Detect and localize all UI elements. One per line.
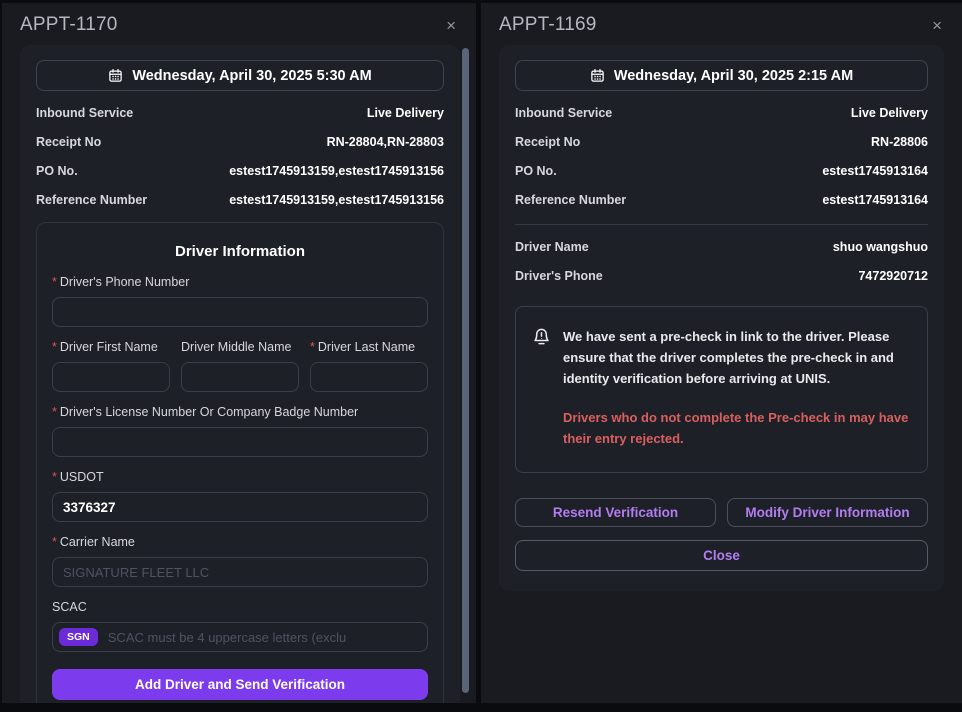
- phone-label-text: Driver's Phone Number: [60, 275, 190, 289]
- last-name-input[interactable]: [310, 362, 428, 392]
- row-value: Live Delivery: [367, 106, 444, 120]
- form-title: Driver Information: [52, 243, 428, 260]
- first-name-field: *Driver First Name: [52, 327, 170, 392]
- info-row-reference-number: Reference Number estest1745913164: [515, 193, 928, 207]
- required-marker: *: [52, 535, 57, 549]
- driver-information-form: Driver Information *Driver's Phone Numbe…: [36, 222, 444, 703]
- info-row-po-no: PO No. estest1745913164: [515, 164, 928, 178]
- dialog-scroll-area: Wednesday, April 30, 2025 2:15 AM Inboun…: [481, 45, 962, 703]
- row-label: Reference Number: [515, 193, 626, 207]
- row-value: estest1745913164: [822, 193, 928, 207]
- dialog-title: APPT-1170: [20, 14, 118, 36]
- carrier-input[interactable]: [52, 557, 428, 587]
- first-name-label-text: Driver First Name: [60, 340, 158, 354]
- usdot-input[interactable]: [52, 492, 428, 522]
- row-value: estest1745913164: [822, 164, 928, 178]
- middle-name-label-text: Driver Middle Name: [181, 340, 291, 354]
- datetime-text: Wednesday, April 30, 2025 5:30 AM: [132, 68, 371, 84]
- dialogs-stage: APPT-1170 ×: [0, 0, 962, 703]
- scac-label-text: SCAC: [52, 600, 87, 614]
- dialog-header: APPT-1169 ×: [481, 3, 962, 45]
- name-fields-row: *Driver First Name Driver Middle Name: [52, 327, 428, 392]
- row-label: Driver's Phone: [515, 269, 603, 283]
- row-value: RN-28804,RN-28803: [327, 135, 444, 149]
- appointment-dialog-1170: APPT-1170 ×: [2, 3, 476, 703]
- row-value: RN-28806: [871, 135, 928, 149]
- row-value: estest1745913159,estest1745913156: [229, 193, 444, 207]
- scac-label: SCAC: [52, 600, 428, 614]
- row-value: estest1745913159,estest1745913156: [229, 164, 444, 178]
- carrier-label: *Carrier Name: [52, 535, 428, 549]
- info-row-driver-name: Driver Name shuo wangshuo: [515, 240, 928, 254]
- close-button[interactable]: Close: [515, 540, 928, 571]
- row-label: PO No.: [515, 164, 557, 178]
- row-label: PO No.: [36, 164, 78, 178]
- phone-label: *Driver's Phone Number: [52, 275, 428, 289]
- close-icon[interactable]: ×: [446, 17, 456, 34]
- precheck-notice: We have sent a pre-check in link to the …: [515, 306, 928, 473]
- notice-message: We have sent a pre-check in link to the …: [563, 327, 911, 389]
- info-row-inbound-service: Inbound Service Live Delivery: [515, 106, 928, 120]
- add-driver-send-verification-button[interactable]: Add Driver and Send Verification: [52, 669, 428, 700]
- row-label: Receipt No: [36, 135, 101, 149]
- notification-bell-icon: [532, 327, 551, 346]
- resend-verification-button[interactable]: Resend Verification: [515, 498, 716, 527]
- license-label: *Driver's License Number Or Company Badg…: [52, 405, 428, 419]
- info-row-po-no: PO No. estest1745913159,estest1745913156: [36, 164, 444, 178]
- modify-driver-information-button[interactable]: Modify Driver Information: [727, 498, 928, 527]
- required-marker: *: [52, 470, 57, 484]
- row-label: Receipt No: [515, 135, 580, 149]
- appointment-datetime: Wednesday, April 30, 2025 2:15 AM: [515, 60, 928, 91]
- info-row-driver-phone: Driver's Phone 7472920712: [515, 269, 928, 283]
- required-marker: *: [52, 340, 57, 354]
- calendar-icon: [590, 68, 605, 83]
- scrollbar-thumb[interactable]: [462, 48, 469, 693]
- middle-name-field: Driver Middle Name: [181, 327, 299, 392]
- carrier-label-text: Carrier Name: [60, 535, 135, 549]
- row-value: 7472920712: [858, 269, 928, 283]
- notice-warning: Drivers who do not complete the Pre-chec…: [563, 408, 911, 450]
- last-name-field: *Driver Last Name: [310, 327, 428, 392]
- row-label: Inbound Service: [36, 106, 133, 120]
- action-buttons-row: Resend Verification Modify Driver Inform…: [515, 498, 928, 527]
- section-divider: [515, 224, 928, 225]
- scac-placeholder: SCAC must be 4 uppercase letters (exclu: [108, 630, 346, 645]
- required-marker: *: [52, 405, 57, 419]
- info-row-inbound-service: Inbound Service Live Delivery: [36, 106, 444, 120]
- phone-input[interactable]: [52, 297, 428, 327]
- appointment-card: Wednesday, April 30, 2025 5:30 AM Inboun…: [20, 45, 460, 703]
- row-label: Inbound Service: [515, 106, 612, 120]
- calendar-icon: [108, 68, 123, 83]
- middle-name-input[interactable]: [181, 362, 299, 392]
- usdot-label: *USDOT: [52, 470, 428, 484]
- row-label: Driver Name: [515, 240, 589, 254]
- usdot-label-text: USDOT: [60, 470, 104, 484]
- info-row-receipt-no: Receipt No RN-28804,RN-28803: [36, 135, 444, 149]
- info-row-reference-number: Reference Number estest1745913159,estest…: [36, 193, 444, 207]
- last-name-label: *Driver Last Name: [310, 340, 428, 354]
- dialog-header: APPT-1170 ×: [2, 3, 476, 45]
- license-label-text: Driver's License Number Or Company Badge…: [60, 405, 358, 419]
- datetime-text: Wednesday, April 30, 2025 2:15 AM: [614, 68, 853, 84]
- notice-text-column: We have sent a pre-check in link to the …: [563, 327, 911, 450]
- info-row-receipt-no: Receipt No RN-28806: [515, 135, 928, 149]
- middle-name-label: Driver Middle Name: [181, 340, 299, 354]
- close-icon[interactable]: ×: [932, 17, 942, 34]
- dialog-title: APPT-1169: [499, 14, 597, 36]
- row-value: Live Delivery: [851, 106, 928, 120]
- license-input[interactable]: [52, 427, 428, 457]
- scac-tag-badge: SGN: [59, 628, 98, 646]
- dialog-scroll-area: Wednesday, April 30, 2025 5:30 AM Inboun…: [2, 45, 476, 703]
- appointment-dialog-1169: APPT-1169 ×: [481, 3, 962, 703]
- scac-input[interactable]: SGN SCAC must be 4 uppercase letters (ex…: [52, 622, 428, 652]
- row-value: shuo wangshuo: [833, 240, 928, 254]
- required-marker: *: [310, 340, 315, 354]
- first-name-label: *Driver First Name: [52, 340, 170, 354]
- appointment-datetime: Wednesday, April 30, 2025 5:30 AM: [36, 60, 444, 91]
- appointment-card: Wednesday, April 30, 2025 2:15 AM Inboun…: [499, 45, 944, 591]
- required-marker: *: [52, 275, 57, 289]
- row-label: Reference Number: [36, 193, 147, 207]
- last-name-label-text: Driver Last Name: [318, 340, 415, 354]
- first-name-input[interactable]: [52, 362, 170, 392]
